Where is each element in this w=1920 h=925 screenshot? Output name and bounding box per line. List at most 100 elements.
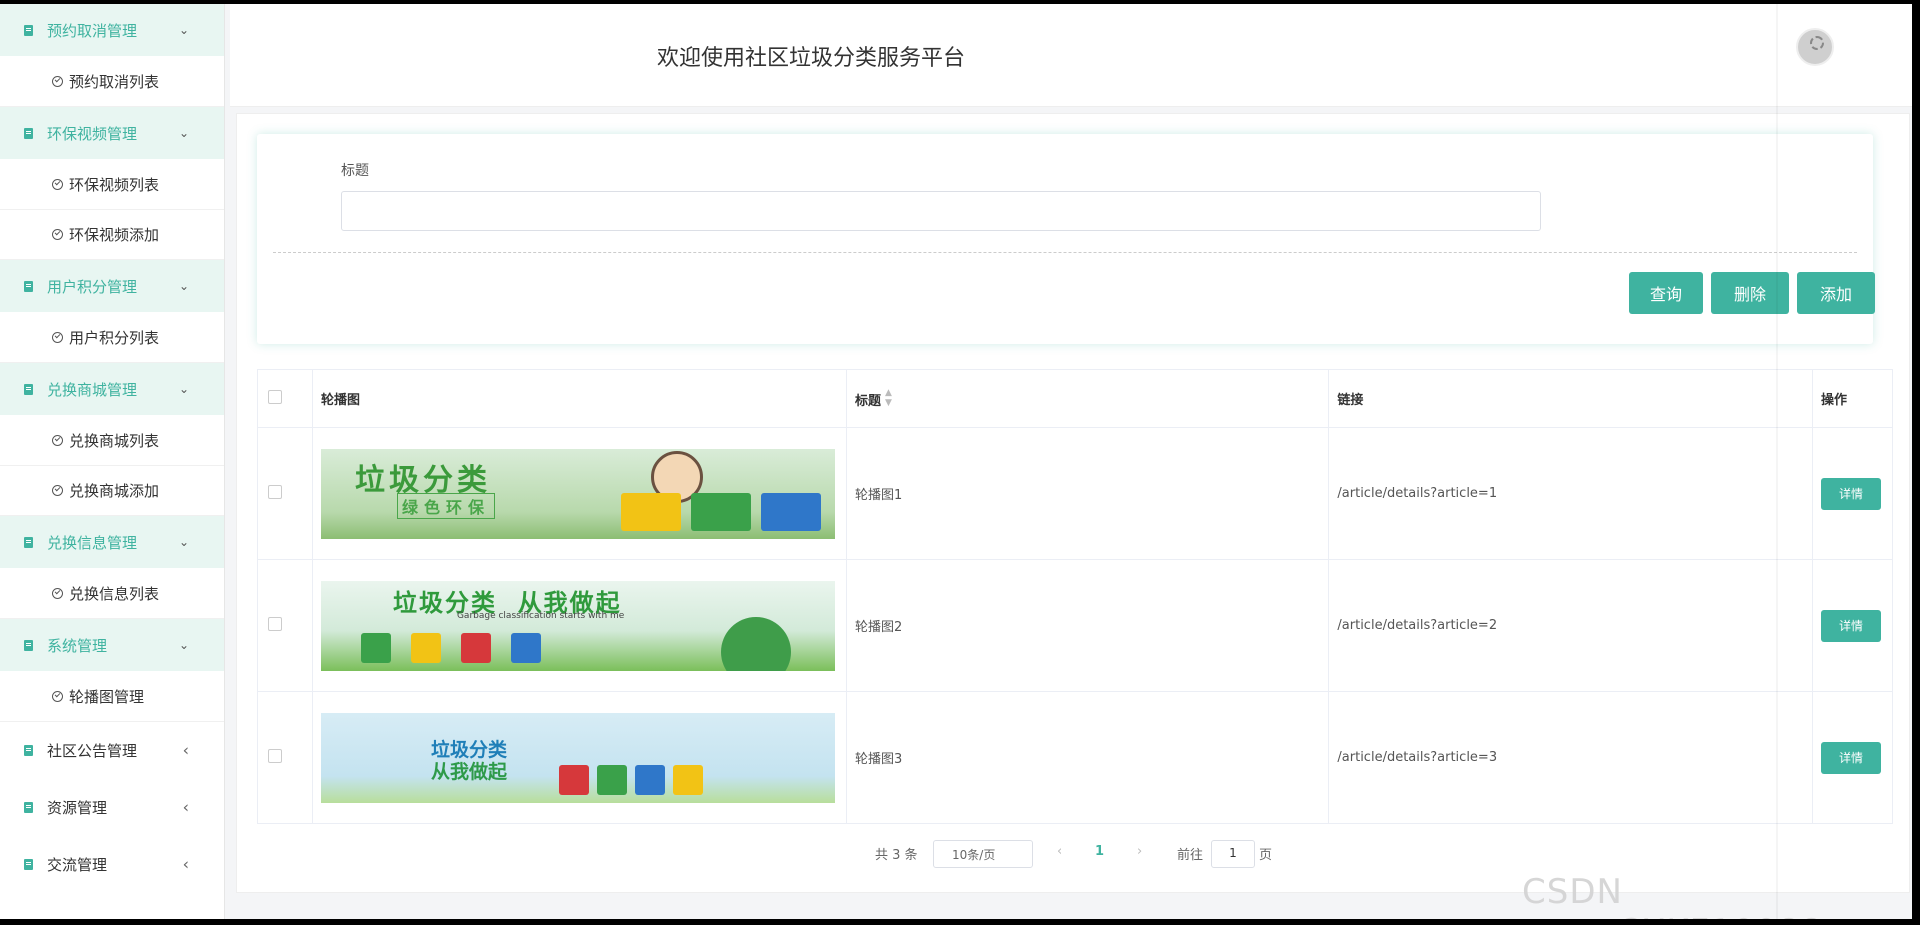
menu-group-communication[interactable]: 交流管理 ‹: [0, 836, 224, 893]
title-cell: 轮播图1: [845, 427, 1330, 560]
add-button[interactable]: 添加: [1797, 272, 1875, 314]
document-icon: [24, 127, 33, 139]
chevron-down-icon: ⌄: [178, 23, 189, 37]
page-size-select[interactable]: 10条/页: [933, 840, 1033, 868]
detail-button[interactable]: 详情: [1820, 609, 1881, 642]
detail-button[interactable]: 详情: [1820, 741, 1881, 774]
menu-item-exchange-mall-add[interactable]: 兑换商城添加: [0, 466, 224, 516]
menu-item-exchange-mall-list[interactable]: 兑换商城列表: [0, 416, 224, 466]
green-bin: [690, 492, 751, 531]
title-search-input[interactable]: [341, 191, 1541, 231]
menu-item-label: 兑换商城列表: [69, 432, 160, 450]
document-icon: [24, 536, 33, 548]
chevron-left-icon: ‹: [182, 740, 189, 760]
carousel-image: 垃圾分类 从我做起: [320, 712, 835, 803]
link-cell: /article/details?article=2: [1328, 559, 1813, 692]
check-circle-icon: [52, 179, 63, 190]
menu-item-eco-video-add[interactable]: 环保视频添加: [0, 210, 224, 260]
divider: [273, 252, 1857, 253]
banner-sub-text: Garbage classification starts with me: [456, 610, 625, 621]
blue-bin: [634, 764, 665, 795]
sidebar: 预约取消管理 ⌄ 预约取消列表 环保视频管理 ⌄ 环保视频列表 环保视频添加 用…: [0, 4, 225, 919]
document-icon: [24, 639, 33, 651]
menu-group-booking-cancel[interactable]: 预约取消管理 ⌄: [0, 4, 224, 57]
title-field-label: 标题: [341, 163, 369, 179]
red-bin: [460, 632, 491, 663]
link-cell: /article/details?article=3: [1328, 691, 1813, 824]
green-bin: [596, 764, 627, 795]
title-cell: 轮播图3: [845, 691, 1330, 824]
action-cell: 详情: [1811, 427, 1894, 560]
select-all-checkbox[interactable]: [268, 389, 282, 404]
yellow-bin: [620, 492, 681, 531]
page-unit-label: 页: [1259, 848, 1273, 863]
column-header-link: 链接: [1328, 369, 1813, 428]
sort-icon[interactable]: ▲ ▼: [885, 388, 892, 408]
carousel-image: 垃圾分类 从我做起 Garbage classification starts …: [320, 580, 835, 671]
carousel-table: 轮播图 标题▲ ▼ 链接 操作 垃圾分类 绿色环保 轮播图1 /article/…: [257, 369, 1894, 824]
blue-bin: [510, 632, 541, 663]
menu-group-exchange-mall[interactable]: 兑换商城管理 ⌄: [0, 363, 224, 416]
menu-group-label: 预约取消管理: [47, 21, 138, 40]
menu-item-exchange-info-list[interactable]: 兑换信息列表: [0, 569, 224, 619]
globe-graphic: [720, 616, 791, 671]
blue-bin: [760, 492, 821, 531]
menu-item-label: 兑换信息列表: [69, 585, 160, 603]
table-header-row: 轮播图 标题 ▲ ▼ 链接 操作: [257, 369, 1894, 428]
row-checkbox[interactable]: [268, 484, 282, 499]
chevron-left-icon: ‹: [182, 797, 189, 817]
menu-group-label: 用户积分管理: [47, 277, 138, 296]
menu-item-user-points-list[interactable]: 用户积分列表: [0, 313, 224, 363]
document-icon: [24, 801, 33, 813]
menu-item-booking-cancel-list[interactable]: 预约取消列表: [0, 57, 224, 107]
document-icon: [24, 24, 33, 36]
detail-button[interactable]: 详情: [1820, 477, 1881, 510]
check-circle-icon: [52, 76, 63, 87]
menu-group-user-points[interactable]: 用户积分管理 ⌄: [0, 260, 224, 313]
menu-group-label: 环保视频管理: [47, 124, 138, 143]
chevron-left-icon: ‹: [182, 854, 189, 874]
check-circle-icon: [52, 588, 63, 599]
chevron-down-icon: ⌄: [178, 535, 189, 549]
row-checkbox[interactable]: [268, 616, 282, 631]
row-checkbox[interactable]: [268, 748, 282, 763]
carousel-image-cell: 垃圾分类 绿色环保: [311, 427, 847, 560]
prev-page-icon[interactable]: ‹: [1057, 844, 1062, 859]
app-window: 预约取消管理 ⌄ 预约取消列表 环保视频管理 ⌄ 环保视频列表 环保视频添加 用…: [0, 4, 1920, 919]
menu-group-label: 兑换信息管理: [47, 533, 138, 552]
chevron-down-icon: ⌄: [178, 279, 189, 293]
menu-item-label: 环保视频列表: [69, 176, 160, 194]
menu-group-community-notice[interactable]: 社区公告管理 ‹: [0, 722, 224, 779]
window-edge: [1912, 4, 1920, 919]
menu-item-carousel[interactable]: 轮播图管理: [0, 672, 224, 722]
menu-item-label: 用户积分列表: [69, 329, 160, 347]
check-circle-icon: [52, 691, 63, 702]
pagination: 共 3 条 10条/页 ‹ 1 › 前往 1 页: [237, 834, 1911, 874]
action-cell: 详情: [1811, 559, 1894, 692]
main-content: 标题 查询 删除 添加 轮播图 标题▲ ▼ 链接 操作 垃圾分类 绿色环保 轮播…: [236, 113, 1910, 893]
table-row: 垃圾分类 从我做起 轮播图3 /article/details?article=…: [257, 691, 1894, 824]
goto-label: 前往: [1177, 848, 1204, 863]
carousel-image: 垃圾分类 绿色环保: [320, 448, 835, 539]
watermark: CSDN @vx_CXKF10088: [1522, 872, 1822, 919]
page-number-current[interactable]: 1: [1095, 844, 1104, 859]
menu-group-exchange-info[interactable]: 兑换信息管理 ⌄: [0, 516, 224, 569]
query-button[interactable]: 查询: [1629, 272, 1703, 314]
menu-group-label: 系统管理: [47, 636, 108, 655]
goto-page-input[interactable]: 1: [1211, 840, 1255, 868]
column-header-action: 操作: [1811, 369, 1894, 428]
chevron-down-icon: ⌄: [178, 126, 189, 140]
column-header-title[interactable]: 标题 ▲ ▼: [845, 369, 1330, 428]
menu-group-eco-video[interactable]: 环保视频管理 ⌄: [0, 107, 224, 160]
menu-item-eco-video-list[interactable]: 环保视频列表: [0, 160, 224, 210]
green-bin: [360, 632, 391, 663]
avatar[interactable]: [1796, 28, 1834, 66]
menu-group-system[interactable]: 系统管理 ⌄: [0, 619, 224, 672]
carousel-image-cell: 垃圾分类 从我做起: [311, 691, 847, 824]
menu-group-label: 资源管理: [47, 798, 108, 817]
menu-group-resources[interactable]: 资源管理 ‹: [0, 779, 224, 836]
next-page-icon[interactable]: ›: [1137, 844, 1142, 859]
check-circle-icon: [52, 485, 63, 496]
document-icon: [24, 744, 33, 756]
total-count: 共 3 条: [875, 848, 918, 863]
